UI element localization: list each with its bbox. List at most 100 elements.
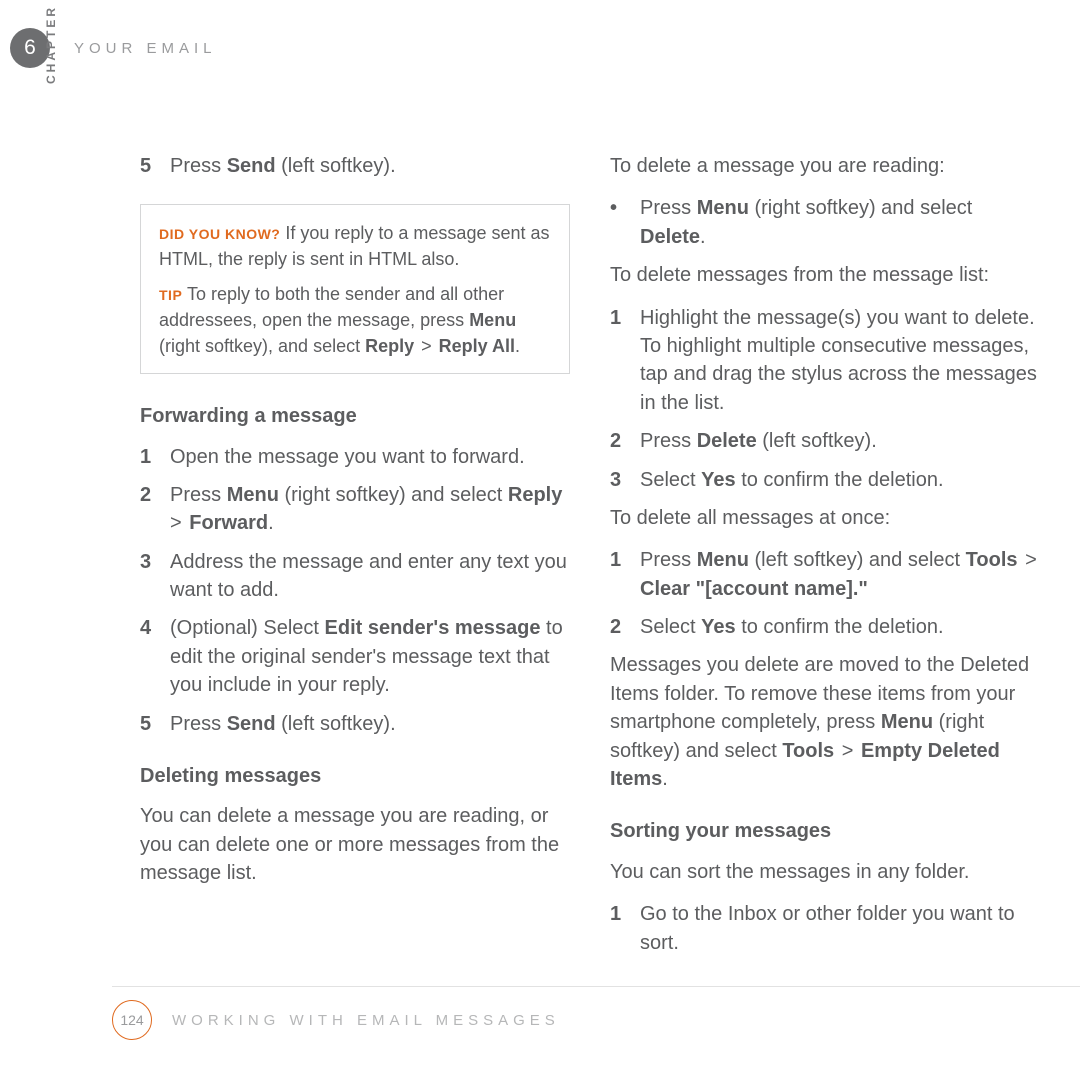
bold-fragment: Edit sender's message — [325, 617, 541, 639]
step-text: (Optional) Select Edit sender's message … — [170, 614, 570, 699]
text-fragment: Press — [640, 549, 697, 571]
bold-fragment: Menu — [469, 310, 516, 330]
bold-fragment: Send — [227, 713, 276, 735]
text-fragment: (right softkey), and select — [159, 336, 365, 356]
chapter-label: CHAPTER — [44, 5, 58, 84]
step-row: 1 Open the message you want to forward. — [140, 443, 570, 471]
deleted-items-note: Messages you delete are moved to the Del… — [610, 651, 1040, 793]
delete-list-intro: To delete messages from the message list… — [610, 261, 1040, 289]
text-fragment: to confirm the deletion. — [736, 616, 944, 638]
content-columns: 5 Press Send (left softkey). DID YOU KNO… — [140, 152, 1040, 967]
step-text: Press Send (left softkey). — [170, 710, 570, 738]
step-text: Go to the Inbox or other folder you want… — [640, 900, 1040, 957]
sorting-intro: You can sort the messages in any folder. — [610, 858, 1040, 886]
step-row: 1 Go to the Inbox or other folder you wa… — [610, 900, 1040, 957]
text-fragment: Press — [170, 155, 227, 177]
delete-reading-intro: To delete a message you are reading: — [610, 152, 1040, 180]
bullet-icon: • — [610, 194, 626, 251]
step-row: 4 (Optional) Select Edit sender's messag… — [140, 614, 570, 699]
step-text: Select Yes to confirm the deletion. — [640, 613, 1040, 641]
bold-fragment: Reply — [508, 484, 562, 506]
step-number: 5 — [140, 710, 156, 738]
right-column: To delete a message you are reading: • P… — [610, 152, 1040, 967]
chapter-number: 6 — [24, 36, 36, 60]
did-you-know-label: DID YOU KNOW? — [159, 226, 280, 242]
page-number: 124 — [120, 1012, 143, 1028]
tip-label: TIP — [159, 287, 182, 303]
bold-fragment: Menu — [697, 197, 749, 219]
left-column: 5 Press Send (left softkey). DID YOU KNO… — [140, 152, 570, 967]
text-fragment: . — [268, 512, 274, 534]
step-number: 2 — [610, 427, 626, 455]
bold-fragment: Tools — [966, 549, 1018, 571]
step-text: Select Yes to confirm the deletion. — [640, 466, 1040, 494]
bold-fragment: Yes — [701, 616, 735, 638]
text-fragment: To reply to both the sender and all othe… — [159, 284, 504, 330]
bold-fragment: Forward — [189, 512, 268, 534]
step-row: 3 Select Yes to confirm the deletion. — [610, 466, 1040, 494]
text-fragment: . — [662, 768, 668, 790]
bold-fragment: Send — [227, 155, 276, 177]
step-number: 2 — [610, 613, 626, 641]
step-number: 2 — [140, 481, 156, 538]
step-text: Highlight the message(s) you want to del… — [640, 304, 1040, 418]
step-number: 1 — [140, 443, 156, 471]
step-text: Press Menu (left softkey) and select Too… — [640, 546, 1040, 603]
step-row: 1 Highlight the message(s) you want to d… — [610, 304, 1040, 418]
text-fragment: Press — [640, 197, 697, 219]
bullet-text: Press Menu (right softkey) and select De… — [640, 194, 1040, 251]
bold-fragment: Menu — [697, 549, 749, 571]
step-number: 5 — [140, 152, 156, 180]
page-header: 6 YOUR EMAIL — [10, 28, 1040, 68]
text-fragment: > — [1018, 549, 1039, 571]
footer-title: WORKING WITH EMAIL MESSAGES — [172, 1012, 560, 1029]
text-fragment: . — [700, 226, 706, 248]
sorting-heading: Sorting your messages — [610, 817, 1040, 845]
step-row: 5 Press Send (left softkey). — [140, 710, 570, 738]
step-row: 2 Select Yes to confirm the deletion. — [610, 613, 1040, 641]
step-row: 2 Press Delete (left softkey). — [610, 427, 1040, 455]
bold-fragment: Menu — [881, 711, 933, 733]
step-row: 5 Press Send (left softkey). — [140, 152, 570, 180]
step-number: 1 — [610, 546, 626, 603]
footer-divider — [112, 986, 1080, 987]
text-fragment: > — [834, 740, 861, 762]
deleting-intro: You can delete a message you are reading… — [140, 802, 570, 887]
text-fragment: Press — [640, 430, 697, 452]
forwarding-heading: Forwarding a message — [140, 402, 570, 430]
bold-fragment: Delete — [697, 430, 757, 452]
text-fragment: Select — [640, 469, 701, 491]
step-number: 4 — [140, 614, 156, 699]
step-number: 1 — [610, 304, 626, 418]
text-fragment: Press — [170, 713, 227, 735]
bold-fragment: Yes — [701, 469, 735, 491]
text-fragment: (left softkey). — [276, 713, 396, 735]
chapter-title: YOUR EMAIL — [74, 40, 217, 57]
step-number: 1 — [610, 900, 626, 957]
step-text: Press Delete (left softkey). — [640, 427, 1040, 455]
step-number: 3 — [140, 548, 156, 605]
text-fragment: Select — [640, 616, 701, 638]
text-fragment: > — [414, 336, 439, 356]
text-fragment: (Optional) Select — [170, 617, 325, 639]
did-you-know-block: DID YOU KNOW? If you reply to a message … — [159, 221, 551, 272]
page: 6 YOUR EMAIL CHAPTER 5 Press Send (left … — [0, 0, 1080, 1080]
page-footer: 124 WORKING WITH EMAIL MESSAGES — [0, 1000, 1080, 1040]
tip-block: TIP To reply to both the sender and all … — [159, 282, 551, 359]
text-fragment: (right softkey) and select — [749, 197, 972, 219]
step-row: 3 Address the message and enter any text… — [140, 548, 570, 605]
bold-fragment: Menu — [227, 484, 279, 506]
step-text: Press Menu (right softkey) and select Re… — [170, 481, 570, 538]
text-fragment: (left softkey). — [276, 155, 396, 177]
bullet-row: • Press Menu (right softkey) and select … — [610, 194, 1040, 251]
delete-all-intro: To delete all messages at once: — [610, 504, 1040, 532]
text-fragment: (left softkey). — [757, 430, 877, 452]
bold-fragment: Reply All — [439, 336, 515, 356]
bold-fragment: Delete — [640, 226, 700, 248]
step-row: 1 Press Menu (left softkey) and select T… — [610, 546, 1040, 603]
deleting-heading: Deleting messages — [140, 762, 570, 790]
step-text: Press Send (left softkey). — [170, 152, 570, 180]
bold-fragment: Clear "[account name]." — [640, 578, 868, 600]
bold-fragment: Tools — [782, 740, 834, 762]
text-fragment: (left softkey) and select — [749, 549, 966, 571]
